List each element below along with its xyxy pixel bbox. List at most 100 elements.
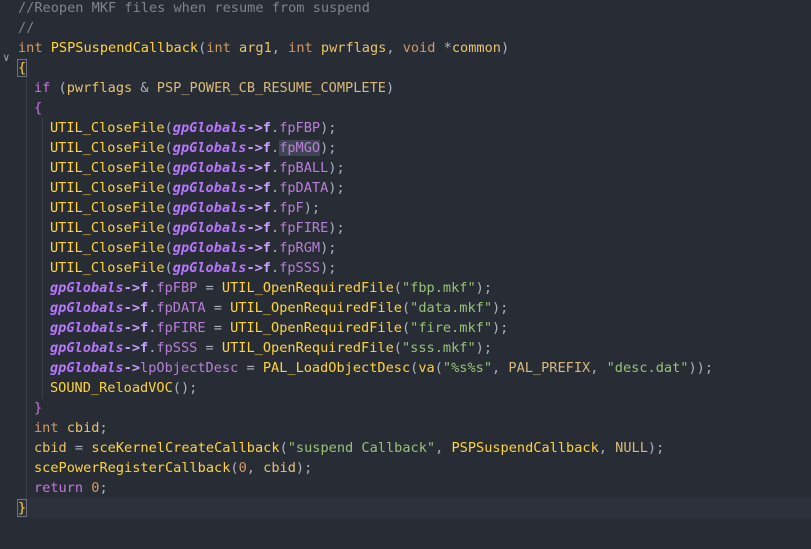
code-token: UTIL_CloseFile	[50, 200, 165, 216]
code-token: (	[230, 460, 239, 476]
code-token: ->f	[246, 220, 271, 236]
code-token: );	[320, 140, 337, 156]
indent-guide	[42, 358, 43, 378]
code-token: fpMGO	[279, 140, 321, 156]
indent-guide	[42, 238, 43, 258]
line-content: scePowerRegisterCallback(0, cbid);	[18, 460, 312, 476]
code-token: (	[50, 80, 67, 96]
code-token: (	[164, 240, 173, 256]
code-token: ->f	[246, 240, 271, 256]
line-content: {	[16, 59, 28, 77]
code-token: int	[206, 40, 231, 56]
code-token: ,	[246, 460, 264, 476]
code-token: ->	[123, 360, 141, 376]
indent-guide	[26, 398, 27, 418]
code-line[interactable]: UTIL_CloseFile(gpGlobals->f.fpBALL);	[18, 158, 811, 178]
code-line[interactable]: UTIL_CloseFile(gpGlobals->f.fpSSS);	[18, 258, 811, 278]
line-content: cbid = sceKernelCreateCallback("suspend …	[18, 440, 664, 456]
code-token: .	[271, 180, 280, 196]
line-content: return 0;	[18, 480, 108, 496]
code-token: UTIL_OpenRequiredFile	[221, 340, 394, 356]
code-token: (	[393, 280, 402, 296]
code-token: gpGlobals	[172, 260, 247, 276]
code-lines[interactable]: //Reopen MKF files when resume from susp…	[16, 0, 811, 549]
line-content: }	[16, 499, 28, 517]
code-line[interactable]: //Reopen MKF files when resume from susp…	[18, 0, 811, 18]
code-line[interactable]: int PSPSuspendCallback(int arg1, int pwr…	[18, 38, 811, 58]
code-line[interactable]	[18, 538, 811, 549]
code-token: gpGlobals	[50, 360, 124, 376]
code-line[interactable]: gpGlobals->f.fpFIRE = UTIL_OpenRequiredF…	[18, 318, 811, 338]
indent-guide	[26, 218, 27, 238]
code-line[interactable]: SOUND_ReloadVOC();	[18, 378, 811, 398]
code-line[interactable]: //	[18, 18, 811, 38]
code-token: gpGlobals	[172, 200, 247, 216]
indent-guide	[26, 138, 27, 158]
code-line[interactable]: UTIL_CloseFile(gpGlobals->f.fpMGO);	[18, 138, 811, 158]
code-line[interactable]: gpGlobals->f.fpSSS = UTIL_OpenRequiredFi…	[18, 338, 811, 358]
code-token: );	[295, 460, 313, 476]
code-line[interactable]: gpGlobals->f.fpFBP = UTIL_OpenRequiredFi…	[18, 278, 811, 298]
code-token: ->f	[246, 260, 271, 276]
code-token: );	[320, 120, 337, 136]
code-token: ->f	[123, 280, 149, 296]
line-content: gpGlobals->f.fpFBP = UTIL_OpenRequiredFi…	[18, 280, 492, 296]
code-token: arg1	[239, 40, 272, 56]
code-token: PSPSuspendCallback	[451, 440, 599, 456]
code-token: fpDATA	[156, 300, 206, 316]
code-line[interactable]: UTIL_CloseFile(gpGlobals->f.fpDATA);	[18, 178, 811, 198]
code-token: *	[435, 40, 452, 56]
code-line[interactable]: UTIL_CloseFile(gpGlobals->f.fpFBP);	[18, 118, 811, 138]
code-line[interactable]: cbid = sceKernelCreateCallback("suspend …	[18, 438, 811, 458]
code-token: ();	[172, 380, 198, 396]
indent-guide	[42, 258, 43, 278]
code-token: {	[34, 100, 43, 116]
code-token: ;	[99, 480, 108, 496]
code-token: (	[401, 300, 411, 316]
code-line[interactable]: {	[16, 58, 811, 78]
code-token: pwrflags	[320, 40, 387, 56]
code-token: .	[271, 240, 280, 256]
code-line[interactable]	[18, 518, 811, 538]
code-token: (	[393, 340, 402, 356]
code-line[interactable]: return 0;	[18, 478, 811, 498]
fold-chevron-icon[interactable]: ∨	[3, 48, 10, 68]
editor-gutter[interactable]: ∨	[0, 0, 18, 549]
code-line[interactable]: gpGlobals->f.fpDATA = UTIL_OpenRequiredF…	[18, 298, 811, 318]
code-token: ->f	[246, 140, 271, 156]
code-token: gpGlobals	[50, 280, 124, 296]
code-line[interactable]: }	[18, 398, 811, 418]
code-line[interactable]: UTIL_CloseFile(gpGlobals->f.fpFIRE);	[18, 218, 811, 238]
code-editor[interactable]: ∨ //Reopen MKF files when resume from su…	[0, 0, 811, 549]
code-line[interactable]: int cbid;	[18, 418, 811, 438]
indent-guide	[42, 338, 43, 358]
code-token: (	[164, 200, 173, 216]
code-line[interactable]: UTIL_CloseFile(gpGlobals->f.fpF);	[18, 198, 811, 218]
line-content: //	[18, 20, 34, 36]
indent-guide	[42, 298, 43, 318]
indent-guide	[26, 358, 27, 378]
code-line[interactable]: {	[18, 98, 811, 118]
line-content: gpGlobals->f.fpDATA = UTIL_OpenRequiredF…	[18, 300, 508, 316]
code-token: }	[16, 499, 28, 517]
code-line[interactable]: scePowerRegisterCallback(0, cbid);	[18, 458, 811, 478]
line-content: gpGlobals->f.fpFIRE = UTIL_OpenRequiredF…	[18, 320, 508, 336]
indent-guide	[26, 158, 27, 178]
code-token: fpF	[279, 200, 304, 216]
indent-guide	[42, 138, 43, 158]
code-token: ->f	[123, 300, 149, 316]
code-line[interactable]: if (pwrflags & PSP_POWER_CB_RESUME_COMPL…	[18, 78, 811, 98]
code-line[interactable]: gpGlobals->lpObjectDesc = PAL_LoadObject…	[18, 358, 811, 378]
line-content: //Reopen MKF files when resume from susp…	[18, 0, 370, 16]
code-line[interactable]: }	[16, 498, 811, 518]
line-content: }	[18, 400, 42, 416]
code-token: .	[271, 140, 280, 156]
code-line[interactable]: UTIL_CloseFile(gpGlobals->f.fpRGM);	[18, 238, 811, 258]
code-token: (	[164, 160, 173, 176]
indent-guide	[26, 278, 27, 298]
code-token: "data.mkf"	[410, 300, 492, 316]
code-token: );	[492, 300, 509, 316]
code-token: gpGlobals	[172, 160, 247, 176]
